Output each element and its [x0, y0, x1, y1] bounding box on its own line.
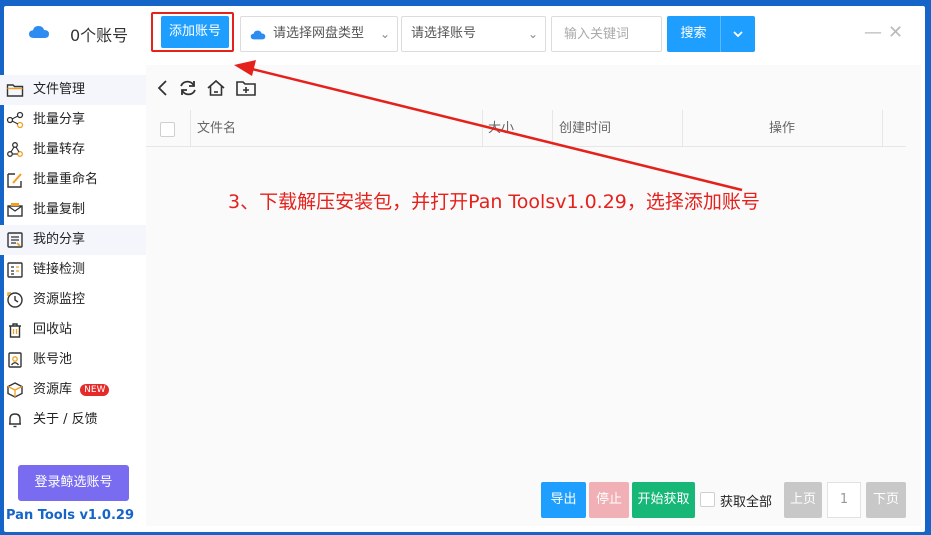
- prev-page-button[interactable]: 上页: [784, 482, 822, 518]
- annotation-text: 3、下载解压安装包，并打开Pan Toolsv1.0.29，选择添加账号: [228, 191, 760, 213]
- next-page-button[interactable]: 下页: [866, 482, 906, 518]
- fetch-all-label: 获取全部: [720, 495, 773, 510]
- start-fetch-button[interactable]: 开始获取: [632, 482, 695, 518]
- page-number-input[interactable]: 1: [827, 482, 861, 518]
- annotation-arrow: [234, 60, 743, 192]
- fetch-all-checkbox[interactable]: [700, 492, 715, 507]
- export-button[interactable]: 导出: [541, 482, 586, 518]
- stop-button[interactable]: 停止: [589, 482, 629, 518]
